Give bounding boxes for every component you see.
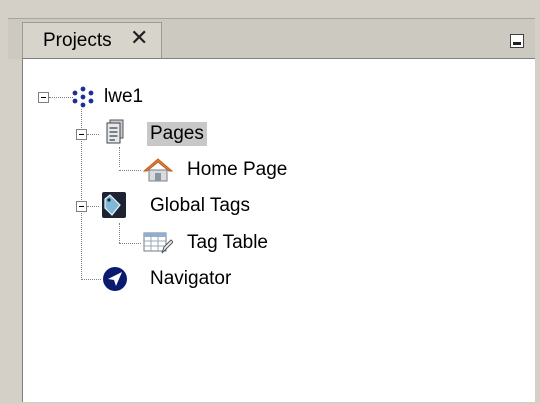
tree-node-root-label[interactable]: lwe1 xyxy=(104,85,143,109)
home-icon xyxy=(143,158,173,182)
table-edit-icon xyxy=(143,232,173,254)
tree-connector xyxy=(119,223,120,243)
pages-document-icon xyxy=(106,119,124,144)
tag-icon xyxy=(102,192,126,218)
tree-connector xyxy=(119,243,141,244)
expander-global-tags[interactable] xyxy=(76,201,87,212)
tree-node-home-page-label[interactable]: Home Page xyxy=(187,158,287,182)
tree-connector xyxy=(87,206,99,207)
tree-connector xyxy=(119,170,141,171)
tree-node-tag-table-label[interactable]: Tag Table xyxy=(187,231,268,255)
minimize-button[interactable] xyxy=(510,34,524,48)
tab-label: Projects xyxy=(43,30,112,51)
tree-connector xyxy=(87,134,99,135)
navigator-arrow-icon xyxy=(103,267,127,291)
expander-pages[interactable] xyxy=(76,129,87,140)
tree-node-global-tags-label[interactable]: Global Tags xyxy=(150,194,250,218)
tree-node-navigator-label[interactable]: Navigator xyxy=(150,267,231,291)
tree-node-pages-label[interactable]: Pages xyxy=(147,122,207,146)
project-tree: lwe1 Pages Home Page Global Tags Tag Tab… xyxy=(22,58,535,402)
project-network-icon xyxy=(72,86,94,108)
projects-panel: Projects ✕ lwe1 Pages Home Page Global T… xyxy=(8,18,535,402)
expander-root[interactable] xyxy=(38,92,49,103)
close-icon[interactable]: ✕ xyxy=(130,27,148,49)
tree-connector xyxy=(119,147,120,167)
tree-connector xyxy=(81,279,101,280)
tab-projects[interactable]: Projects ✕ xyxy=(22,22,162,59)
tab-bar: Projects ✕ xyxy=(8,18,535,59)
tree-connector xyxy=(49,97,73,98)
